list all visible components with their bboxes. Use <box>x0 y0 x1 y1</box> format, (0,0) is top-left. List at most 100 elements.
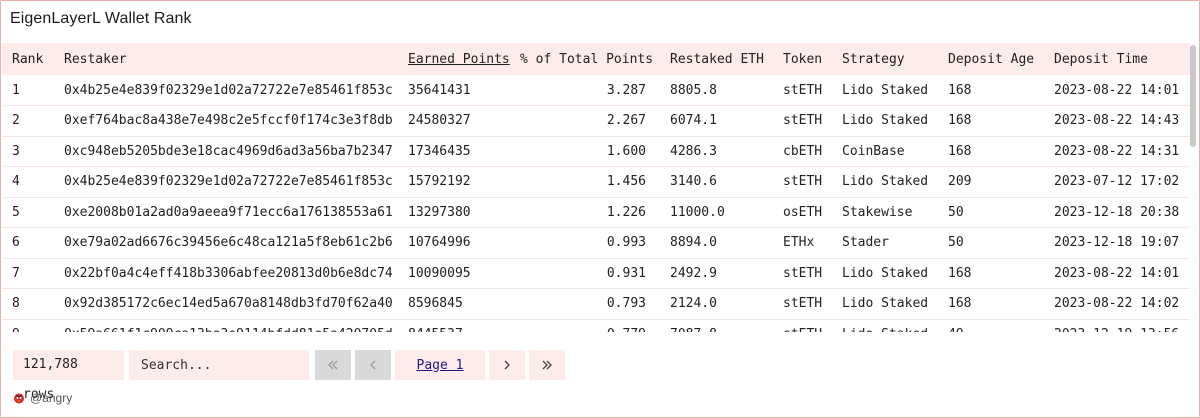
cell-token: stETH <box>773 105 832 137</box>
column-header-deposit-time[interactable]: Deposit Time <box>1044 43 1190 75</box>
cell-restaker: 0xe2008b01a2ad0a9aeea9f71ecc6a176138553a… <box>54 197 398 228</box>
cell-deposit-time: 2023-12-19 13:56 <box>1044 319 1190 332</box>
table-footer: 121,788 rows Page 1 <box>13 350 565 402</box>
cell-percent-total: 0.779 <box>510 319 660 332</box>
cell-strategy: Stakewise <box>832 197 938 228</box>
cell-token: stETH <box>773 319 832 332</box>
column-header-restaker[interactable]: Restaker <box>54 43 398 75</box>
cell-token: osETH <box>773 197 832 228</box>
table-row[interactable]: 90x59a661f1c909ca13ba3e9114bfdd81e5a4207… <box>2 319 1190 332</box>
cell-rank: 3 <box>2 136 54 167</box>
column-header-earned-points[interactable]: Earned Points <box>398 43 510 75</box>
table-row[interactable]: 8 0x92d385172c6ec14ed5a670a8148db3fd70f62… <box>2 288 1190 320</box>
cell-deposit-time: 2023-12-18 20:38 <box>1044 197 1190 228</box>
cell-earned-points: 24580327 <box>398 105 510 137</box>
cell-rank: 7 <box>2 258 54 289</box>
column-header-strategy[interactable]: Strategy <box>832 43 938 75</box>
cell-deposit-time: 2023-07-12 17:02 <box>1044 166 1190 198</box>
cell-restaker: 0x92d385172c6ec14ed5a670a8148db3fd70f62a… <box>54 288 398 320</box>
cell-rank: 1 <box>2 75 54 106</box>
cell-earned-points: 15792192 <box>398 166 510 198</box>
column-header-deposit-age[interactable]: Deposit Age <box>938 43 1044 75</box>
table-row[interactable]: 4 0x4b25e4e839f02329e1d02a72722e7e85461f8… <box>2 166 1190 198</box>
cell-deposit-age: 168 <box>938 105 1044 137</box>
table-body: 1 0x4b25e4e839f02329e1d02a72722e7e85461f8… <box>2 75 1190 332</box>
table-row[interactable]: 6 0xe79a02ad6676c39456e6c48ca121a5f8eb61c… <box>2 227 1190 259</box>
column-header-rank[interactable]: Rank <box>2 43 54 75</box>
cell-strategy: Lido Staked <box>832 166 938 198</box>
cell-percent-total: 1.456 <box>510 166 660 198</box>
cell-restaker: 0xef764bac8a438e7e498c2e5fccf0f174c3e3f8… <box>54 105 398 137</box>
chevron-left-icon <box>370 360 376 370</box>
table-header-row: Rank Restaker Earned Points % of Total P… <box>2 43 1190 75</box>
cell-strategy: CoinBase <box>832 136 938 167</box>
cell-restaker: 0x22bf0a4c4eff418b3306abfee20813d0b6e8dc… <box>54 258 398 289</box>
cell-restaked-eth: 3140.6 <box>660 166 773 198</box>
cell-strategy: Lido Staked <box>832 319 938 332</box>
cell-strategy: Lido Staked <box>832 105 938 137</box>
cell-deposit-age: 50 <box>938 197 1044 228</box>
cell-restaked-eth: 2492.9 <box>660 258 773 289</box>
cell-strategy: Lido Staked <box>832 288 938 320</box>
column-header-percent-total[interactable]: % of Total Points <box>510 43 660 75</box>
next-page-button[interactable] <box>489 350 525 380</box>
cell-deposit-age: 168 <box>938 75 1044 106</box>
table-row[interactable]: 7 0x22bf0a4c4eff418b3306abfee20813d0b6e8d… <box>2 258 1190 289</box>
cell-deposit-time: 2023-08-22 14:43 <box>1044 105 1190 137</box>
cell-restaker: 0x4b25e4e839f02329e1d02a72722e7e85461f85… <box>54 166 398 198</box>
cell-percent-total: 0.931 <box>510 258 660 289</box>
table-row[interactable]: 1 0x4b25e4e839f02329e1d02a72722e7e85461f8… <box>2 75 1190 106</box>
column-header-token[interactable]: Token <box>773 43 832 75</box>
cell-earned-points: 35641431 <box>398 75 510 106</box>
cell-restaker: 0xe79a02ad6676c39456e6c48ca121a5f8eb61c2… <box>54 227 398 259</box>
page-indicator-link[interactable]: Page 1 <box>395 350 485 380</box>
cell-deposit-age: 50 <box>938 227 1044 259</box>
rank-table: Rank Restaker Earned Points % of Total P… <box>2 43 1190 332</box>
cell-restaked-eth: 11000.0 <box>660 197 773 228</box>
table-row[interactable]: 3 0xc948eb5205bde3e18cac4969d6ad3a56ba7b2… <box>2 136 1190 167</box>
rows-count: 121,788 rows <box>13 350 124 402</box>
cell-rank: 2 <box>2 105 54 137</box>
cell-earned-points: 10764996 <box>398 227 510 259</box>
cell-deposit-time: 2023-08-22 14:01 <box>1044 258 1190 289</box>
cell-restaked-eth: 6074.1 <box>660 105 773 137</box>
cell-percent-total: 2.267 <box>510 105 660 137</box>
cell-restaked-eth: 8894.0 <box>660 227 773 259</box>
column-header-restaked-eth[interactable]: Restaked ETH <box>660 43 773 75</box>
cell-deposit-age: 209 <box>938 166 1044 198</box>
double-chevron-left-icon <box>328 360 338 370</box>
cell-deposit-age: 168 <box>938 288 1044 320</box>
cell-percent-total: 0.793 <box>510 288 660 320</box>
widget-title: EigenLayerL Wallet Rank <box>10 10 192 27</box>
cell-token: stETH <box>773 258 832 289</box>
cell-restaked-eth: 8805.8 <box>660 75 773 106</box>
cell-deposit-time: 2023-08-22 14:01 <box>1044 75 1190 106</box>
cell-percent-total: 1.226 <box>510 197 660 228</box>
last-page-button[interactable] <box>529 350 565 380</box>
cell-restaker: 0xc948eb5205bde3e18cac4969d6ad3a56ba7b23… <box>54 136 398 167</box>
cell-strategy: Stader <box>832 227 938 259</box>
cell-restaked-eth: 7087.8 <box>660 319 773 332</box>
search-input[interactable] <box>129 350 309 380</box>
cell-restaked-eth: 2124.0 <box>660 288 773 320</box>
credit-author[interactable]: @angry <box>30 391 72 405</box>
vertical-scrollbar[interactable] <box>1190 45 1196 147</box>
first-page-button[interactable] <box>315 350 351 380</box>
cell-rank: 6 <box>2 227 54 259</box>
cell-earned-points: 8445537 <box>398 319 510 332</box>
cell-earned-points: 17346435 <box>398 136 510 167</box>
cell-token: stETH <box>773 166 832 198</box>
cell-deposit-time: 2023-08-22 14:02 <box>1044 288 1190 320</box>
cell-rank: 9 <box>2 319 54 332</box>
table-container[interactable]: Rank Restaker Earned Points % of Total P… <box>2 43 1200 332</box>
cell-strategy: Lido Staked <box>832 258 938 289</box>
cell-token: ETHx <box>773 227 832 259</box>
cell-restaker: 0x59a661f1c909ca13ba3e9114bfdd81e5a42070… <box>54 319 398 332</box>
cell-restaker: 0x4b25e4e839f02329e1d02a72722e7e85461f85… <box>54 75 398 106</box>
table-row[interactable]: 2 0xef764bac8a438e7e498c2e5fccf0f174c3e3f… <box>2 105 1190 137</box>
table-row[interactable]: 5 0xe2008b01a2ad0a9aeea9f71ecc6a176138553… <box>2 197 1190 228</box>
cell-token: stETH <box>773 288 832 320</box>
previous-page-button[interactable] <box>355 350 391 380</box>
cell-earned-points: 8596845 <box>398 288 510 320</box>
chevron-right-icon <box>504 360 510 370</box>
